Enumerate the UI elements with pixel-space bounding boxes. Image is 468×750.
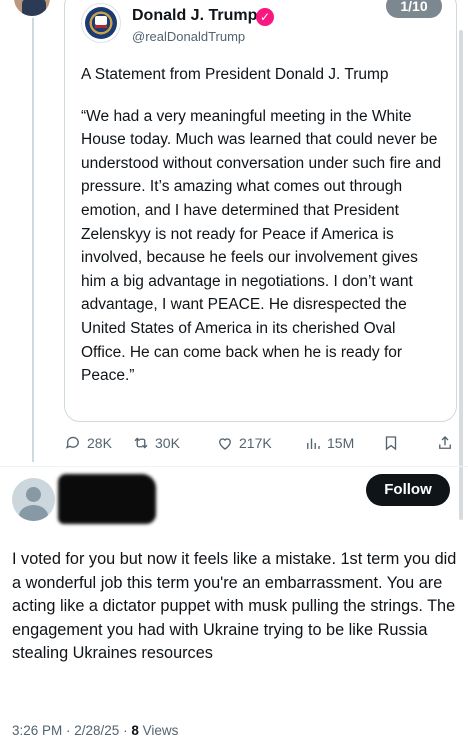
quoted-author-name[interactable]: Donald J. Trump bbox=[132, 7, 257, 25]
redacted-author-name bbox=[58, 474, 156, 524]
reply-icon bbox=[65, 436, 79, 449]
repost-icon bbox=[134, 437, 148, 449]
quoted-author-avatar[interactable] bbox=[81, 3, 121, 43]
reply-views-count: 8 bbox=[131, 723, 139, 738]
reply-button[interactable]: 28K bbox=[64, 432, 112, 454]
bookmark-icon bbox=[385, 436, 397, 451]
share-button[interactable] bbox=[436, 432, 454, 454]
reply-post-meta: 3:26 PM · 2/28/25 · 8 Views bbox=[12, 723, 178, 738]
quoted-post-text: “We had a very meaningful meeting in the… bbox=[81, 107, 442, 385]
reply-views-label: Views bbox=[138, 723, 179, 738]
default-avatar-head-icon bbox=[26, 487, 41, 502]
thread-connector-line bbox=[32, 0, 34, 462]
like-icon bbox=[219, 438, 231, 450]
reply-timestamp[interactable]: 3:26 PM · 2/28/25 · bbox=[12, 723, 131, 738]
share-icon bbox=[439, 436, 451, 449]
reply-post-text: I voted for you but now it feels like a … bbox=[12, 550, 457, 663]
views-count: 15M bbox=[327, 435, 355, 451]
reply-author-avatar[interactable] bbox=[12, 478, 55, 521]
quoted-post-heading: A Statement from President Donald J. Tru… bbox=[81, 66, 389, 83]
like-button[interactable]: 217K bbox=[216, 432, 272, 454]
views-icon bbox=[307, 438, 320, 449]
repost-button[interactable]: 30K bbox=[132, 432, 180, 454]
like-count: 217K bbox=[239, 435, 272, 451]
section-divider bbox=[0, 466, 468, 467]
default-avatar-body-icon bbox=[19, 505, 48, 521]
repost-count: 30K bbox=[155, 435, 180, 451]
quoted-author-handle: @realDonaldTrump bbox=[132, 29, 246, 44]
quoted-post-body: A Statement from President Donald J. Tru… bbox=[81, 63, 443, 388]
quoted-post-card[interactable]: Donald J. Trump ✓ @realDonaldTrump A Sta… bbox=[64, 0, 457, 422]
reply-count: 28K bbox=[87, 435, 112, 451]
follow-button[interactable]: Follow bbox=[366, 474, 450, 506]
thread-author-avatar[interactable] bbox=[12, 0, 52, 18]
thread-counter-badge: 1/10 bbox=[386, 0, 442, 18]
views-button[interactable]: 15M bbox=[304, 432, 354, 454]
post-action-bar: 28K 30K 217K 15M bbox=[64, 432, 460, 454]
presidential-seal-icon bbox=[85, 7, 117, 39]
bookmark-button[interactable] bbox=[382, 432, 400, 454]
verified-badge-icon: ✓ bbox=[256, 8, 274, 26]
